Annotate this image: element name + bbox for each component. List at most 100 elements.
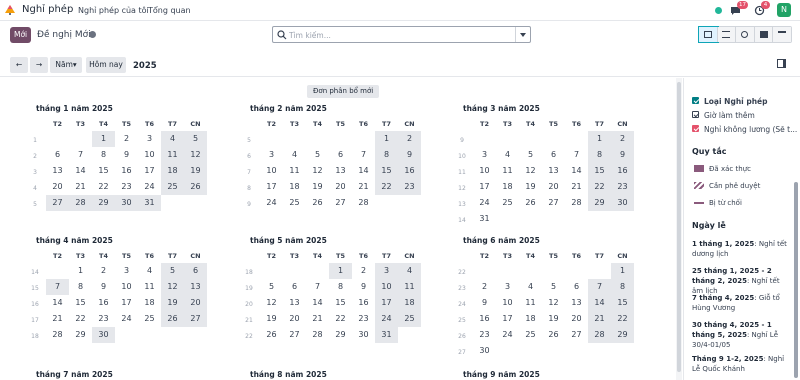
calendar-day[interactable]: 3	[375, 263, 398, 279]
calendar-day[interactable]: 21	[46, 311, 69, 327]
calendar-day[interactable]: 8	[92, 147, 115, 163]
calendar-day[interactable]: 19	[260, 311, 283, 327]
calendar-day[interactable]: 18	[283, 179, 306, 195]
calendar-day[interactable]: 2	[115, 131, 138, 147]
calendar-day[interactable]: 8	[375, 147, 398, 163]
calendar-day[interactable]: 5	[184, 131, 207, 147]
calendar-day[interactable]: 30	[92, 327, 115, 343]
calendar-day[interactable]: 12	[542, 295, 565, 311]
calendar-day[interactable]: 24	[375, 311, 398, 327]
gantt-view-button[interactable]	[773, 27, 791, 42]
calendar-day[interactable]: 26	[260, 327, 283, 343]
calendar-day[interactable]: 1	[611, 263, 634, 279]
new-button[interactable]: Mới	[10, 27, 32, 43]
calendar-day[interactable]: 9	[611, 147, 634, 163]
calendar-day[interactable]: 16	[398, 163, 421, 179]
calendar-day[interactable]: 22	[92, 179, 115, 195]
calendar-day[interactable]: 13	[46, 163, 69, 179]
calendar-day[interactable]: 28	[588, 327, 611, 343]
calendar-day[interactable]: 15	[588, 163, 611, 179]
calendar-day[interactable]: 5	[519, 147, 542, 163]
calendar-day[interactable]: 3	[496, 279, 519, 295]
calendar-day[interactable]: 17	[260, 179, 283, 195]
calendar-day[interactable]: 1	[329, 263, 352, 279]
calendar-day[interactable]: 3	[115, 263, 138, 279]
gear-icon[interactable]	[89, 31, 96, 38]
calendar-day[interactable]: 19	[542, 311, 565, 327]
calendar-day[interactable]: 28	[46, 327, 69, 343]
search-input[interactable]: Tìm kiếm...	[289, 31, 331, 40]
calendar-day[interactable]: 10	[138, 147, 161, 163]
calendar-day[interactable]: 16	[352, 295, 375, 311]
calendar-day[interactable]: 4	[398, 263, 421, 279]
calendar-scrollbar[interactable]	[676, 78, 682, 380]
calendar-day[interactable]: 23	[92, 311, 115, 327]
calendar-day[interactable]: 13	[283, 295, 306, 311]
calendar-day[interactable]: 5	[542, 279, 565, 295]
filter-panel-scrollbar[interactable]	[794, 182, 798, 378]
calendar-day[interactable]: 25	[161, 179, 184, 195]
pivot-view-button[interactable]	[754, 27, 774, 42]
calendar-day[interactable]: 4	[161, 131, 184, 147]
calendar-day[interactable]: 9	[352, 279, 375, 295]
calendar-day[interactable]: 7	[588, 279, 611, 295]
calendar-day[interactable]: 31	[138, 195, 161, 211]
calendar-day[interactable]: 16	[611, 163, 634, 179]
search-options-toggle[interactable]	[515, 27, 530, 42]
prev-button[interactable]: ←	[10, 57, 28, 73]
calendar-day[interactable]: 11	[283, 163, 306, 179]
calendar-day[interactable]: 15	[611, 295, 634, 311]
calendar-day[interactable]: 6	[542, 147, 565, 163]
calendar-day[interactable]: 25	[519, 327, 542, 343]
calendar-day[interactable]: 24	[473, 195, 496, 211]
calendar-day[interactable]: 12	[184, 147, 207, 163]
calendar-day[interactable]: 10	[115, 279, 138, 295]
calendar-day[interactable]: 10	[375, 279, 398, 295]
calendar-day[interactable]: 26	[184, 179, 207, 195]
calendar-day[interactable]: 5	[161, 263, 184, 279]
calendar-day[interactable]: 20	[565, 311, 588, 327]
calendar-day[interactable]: 18	[519, 311, 542, 327]
calendar-day[interactable]: 27	[184, 311, 207, 327]
search-bar[interactable]: Tìm kiếm...	[272, 26, 531, 43]
calendar-day[interactable]: 26	[161, 311, 184, 327]
calendar-day[interactable]: 6	[329, 147, 352, 163]
calendar-day[interactable]: 29	[69, 327, 92, 343]
calendar-day[interactable]: 14	[565, 163, 588, 179]
calendar-day[interactable]: 2	[92, 263, 115, 279]
calendar-view-button[interactable]	[698, 26, 719, 43]
calendar-day[interactable]: 22	[375, 179, 398, 195]
calendar-day[interactable]: 14	[69, 163, 92, 179]
calendar-day[interactable]: 22	[69, 311, 92, 327]
new-allocation-button[interactable]: Đơn phân bổ mới	[307, 85, 380, 98]
calendar-day[interactable]: 11	[138, 279, 161, 295]
calendar-day[interactable]: 7	[565, 147, 588, 163]
calendar-day[interactable]: 6	[283, 279, 306, 295]
calendar-day[interactable]: 18	[138, 295, 161, 311]
scrollbar-thumb[interactable]	[677, 82, 681, 372]
calendar-day[interactable]: 24	[496, 327, 519, 343]
calendar-day[interactable]: 26	[542, 327, 565, 343]
calendar-day[interactable]: 12	[306, 163, 329, 179]
calendar-day[interactable]: 26	[306, 195, 329, 211]
calendar-day[interactable]: 19	[184, 163, 207, 179]
calendar-day[interactable]: 22	[329, 311, 352, 327]
calendar-day[interactable]: 19	[161, 295, 184, 311]
calendar-day[interactable]: 13	[565, 295, 588, 311]
calendar-day[interactable]: 7	[352, 147, 375, 163]
calendar-day[interactable]: 16	[473, 311, 496, 327]
filter-checkbox[interactable]	[692, 125, 699, 132]
calendar-day[interactable]: 20	[329, 179, 352, 195]
calendar-day[interactable]: 5	[306, 147, 329, 163]
calendar-day[interactable]: 25	[398, 311, 421, 327]
calendar-day[interactable]: 2	[473, 279, 496, 295]
calendar-day[interactable]: 31	[473, 211, 496, 227]
menu-overview[interactable]: Tổng quan	[148, 6, 191, 15]
calendar-day[interactable]: 6	[565, 279, 588, 295]
calendar-day[interactable]: 22	[611, 311, 634, 327]
calendar-day[interactable]: 25	[283, 195, 306, 211]
calendar-day[interactable]: 29	[329, 327, 352, 343]
calendar-day[interactable]: 28	[306, 327, 329, 343]
calendar-day[interactable]: 19	[306, 179, 329, 195]
calendar-day[interactable]: 11	[161, 147, 184, 163]
